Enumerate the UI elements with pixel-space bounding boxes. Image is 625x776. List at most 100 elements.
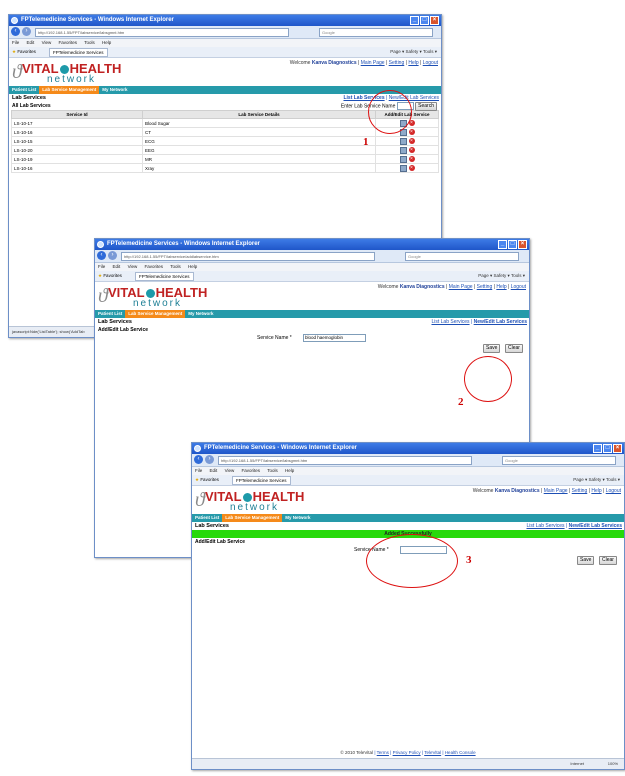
browser-tab[interactable]: FPTelemedicine Services <box>49 48 108 57</box>
menu-tools[interactable]: Tools <box>170 264 181 269</box>
forward-icon[interactable]: › <box>108 251 117 260</box>
menu-view[interactable]: View <box>225 468 235 473</box>
help-link[interactable]: Help <box>591 488 601 494</box>
setting-link[interactable]: Setting <box>389 60 405 66</box>
setting-link[interactable]: Setting <box>572 488 588 494</box>
close-icon[interactable]: × <box>430 16 439 25</box>
main-page-link[interactable]: Main Page <box>361 60 385 66</box>
search-button[interactable]: Search <box>415 102 437 112</box>
minimize-icon[interactable]: _ <box>410 16 419 25</box>
back-icon[interactable]: ‹ <box>97 251 106 260</box>
menu-edit[interactable]: Edit <box>27 40 35 45</box>
search-input[interactable]: Google <box>319 28 433 37</box>
menu-help[interactable]: Help <box>285 468 294 473</box>
menu-view[interactable]: View <box>128 264 138 269</box>
help-link[interactable]: Help <box>496 284 506 290</box>
main-page-link[interactable]: Main Page <box>544 488 568 494</box>
address-input[interactable]: http://192.168.1.55/FPT/labservice/labsg… <box>218 456 472 465</box>
edit-icon[interactable] <box>399 137 407 145</box>
nav-lab-service-management[interactable]: Lab Service Management <box>39 86 100 94</box>
menu-tools[interactable]: Tools <box>267 468 278 473</box>
favorites-star-icon[interactable]: ★ <box>195 477 199 482</box>
maximize-icon[interactable]: □ <box>508 240 517 249</box>
nav-patient-list[interactable]: Patient List <box>9 86 39 94</box>
save-button[interactable]: Save <box>483 344 501 353</box>
edit-icon[interactable] <box>399 155 407 163</box>
delete-icon[interactable]: × <box>408 165 415 171</box>
minimize-icon[interactable]: _ <box>593 444 602 453</box>
address-input[interactable]: http://192.168.1.55/FPT/labservice/labsg… <box>35 28 289 37</box>
health-console-link[interactable]: Health Console <box>445 750 476 755</box>
nav-patient-list[interactable]: Patient List <box>192 514 222 522</box>
terms-link[interactable]: Terms <box>377 750 389 755</box>
search-input[interactable]: Google <box>405 252 519 261</box>
menu-help[interactable]: Help <box>188 264 197 269</box>
menu-edit[interactable]: Edit <box>113 264 121 269</box>
favorites-label[interactable]: Favorites <box>103 273 122 278</box>
delete-icon[interactable]: × <box>408 120 415 126</box>
list-lab-services-link[interactable]: List Lab Services <box>526 523 564 529</box>
delete-icon[interactable]: × <box>408 138 415 144</box>
forward-icon[interactable]: › <box>205 455 214 464</box>
nav-patient-list[interactable]: Patient List <box>95 310 125 318</box>
favorites-star-icon[interactable]: ★ <box>98 273 102 278</box>
logout-link[interactable]: Logout <box>423 60 438 66</box>
nav-my-network[interactable]: My Network <box>185 310 216 318</box>
menu-tools[interactable]: Tools <box>84 40 95 45</box>
clear-button[interactable]: Clear <box>505 344 523 353</box>
browser-tab[interactable]: FPTelemedicine Services <box>232 476 291 485</box>
address-input[interactable]: http://192.168.1.55/FPT/labservice/addla… <box>121 252 375 261</box>
televital-link[interactable]: TeleVital <box>424 750 441 755</box>
main-page-link[interactable]: Main Page <box>449 284 473 290</box>
delete-icon[interactable]: × <box>408 129 415 135</box>
edit-icon[interactable] <box>399 128 407 136</box>
menu-edit[interactable]: Edit <box>210 468 218 473</box>
save-button[interactable]: Save <box>577 556 595 565</box>
menu-favorites[interactable]: Favorites <box>59 40 78 45</box>
edit-icon[interactable] <box>399 146 407 154</box>
service-name-input[interactable] <box>400 546 447 554</box>
nav-my-network[interactable]: My Network <box>99 86 130 94</box>
nav-lab-service-management[interactable]: Lab Service Management <box>222 514 283 522</box>
command-bar[interactable]: Page ▾ Safety ▾ Tools ▾ <box>390 47 437 57</box>
back-icon[interactable]: ‹ <box>194 455 203 464</box>
maximize-icon[interactable]: □ <box>420 16 429 25</box>
logout-link[interactable]: Logout <box>511 284 526 290</box>
zoom-level[interactable]: 100% <box>608 759 618 769</box>
menu-view[interactable]: View <box>42 40 52 45</box>
menu-help[interactable]: Help <box>102 40 111 45</box>
favorites-label[interactable]: Favorites <box>17 49 36 54</box>
menu-file[interactable]: File <box>12 40 19 45</box>
minimize-icon[interactable]: _ <box>498 240 507 249</box>
back-icon[interactable]: ‹ <box>11 27 20 36</box>
list-lab-services-link[interactable]: List Lab Services <box>343 95 384 101</box>
menu-favorites[interactable]: Favorites <box>242 468 261 473</box>
logout-link[interactable]: Logout <box>606 488 621 494</box>
command-bar[interactable]: Page ▾ Safety ▾ Tools ▾ <box>478 271 525 281</box>
search-input[interactable]: Google <box>502 456 616 465</box>
maximize-icon[interactable]: □ <box>603 444 612 453</box>
nav-my-network[interactable]: My Network <box>282 514 313 522</box>
edit-icon[interactable] <box>399 119 407 127</box>
delete-icon[interactable]: × <box>408 147 415 153</box>
menu-file[interactable]: File <box>98 264 105 269</box>
menu-favorites[interactable]: Favorites <box>145 264 164 269</box>
new-edit-lab-services-link[interactable]: New/Edit Lab Services <box>389 95 439 101</box>
favorites-star-icon[interactable]: ★ <box>12 49 16 54</box>
forward-icon[interactable]: › <box>22 27 31 36</box>
browser-tab[interactable]: FPTelemedicine Services <box>135 272 194 281</box>
setting-link[interactable]: Setting <box>477 284 493 290</box>
new-edit-lab-services-link[interactable]: New/Edit Lab Services <box>474 319 527 325</box>
new-edit-lab-services-link[interactable]: New/Edit Lab Services <box>569 523 622 529</box>
help-link[interactable]: Help <box>408 60 418 66</box>
list-lab-services-link[interactable]: List Lab Services <box>431 319 469 325</box>
command-bar[interactable]: Page ▾ Safety ▾ Tools ▾ <box>573 475 620 485</box>
close-icon[interactable]: × <box>613 444 622 453</box>
close-icon[interactable]: × <box>518 240 527 249</box>
service-name-input[interactable]: blood haemoglobin <box>303 334 366 342</box>
nav-lab-service-management[interactable]: Lab Service Management <box>125 310 186 318</box>
menu-file[interactable]: File <box>195 468 202 473</box>
edit-icon[interactable] <box>399 164 407 172</box>
favorites-label[interactable]: Favorites <box>200 477 219 482</box>
delete-icon[interactable]: × <box>408 156 415 162</box>
